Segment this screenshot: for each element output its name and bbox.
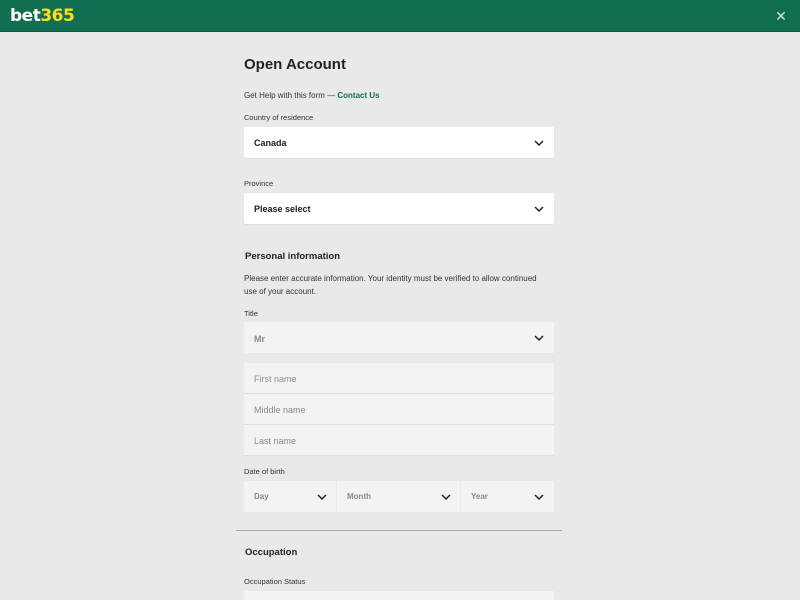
dob-month-select[interactable]: Month	[337, 481, 460, 512]
dob-year-value: Year	[471, 492, 488, 501]
bet365-logo[interactable]: bet365	[10, 6, 75, 26]
logo-text-bet: bet	[10, 6, 41, 26]
personal-info-note: Please enter accurate information. Your …	[244, 274, 537, 296]
chevron-down-icon	[317, 494, 327, 501]
country-label: Country of residence	[244, 113, 314, 122]
dob-year-select[interactable]: Year	[461, 481, 554, 512]
last-name-field[interactable]: Last name	[244, 425, 554, 456]
title-value: Mr	[254, 334, 265, 344]
dob-day-value: Day	[254, 492, 269, 501]
contact-us-link[interactable]: Contact Us	[337, 91, 379, 100]
middle-name-placeholder: Middle name	[254, 405, 306, 415]
occupation-status-select[interactable]	[244, 591, 554, 600]
personal-info-heading: Personal information	[245, 251, 341, 262]
dob-month-value: Month	[347, 492, 371, 501]
title-select[interactable]: Mr	[244, 322, 554, 353]
section-divider	[236, 530, 562, 531]
occupation-status-label: Occupation Status	[244, 577, 306, 586]
province-select[interactable]: Please select	[244, 193, 554, 224]
open-account-form: Open Account Get Help with this form — C…	[244, 0, 554, 600]
close-icon[interactable]: ✕	[772, 8, 790, 24]
first-name-placeholder: First name	[254, 374, 297, 384]
country-value: Canada	[254, 138, 287, 148]
province-value: Please select	[254, 204, 311, 214]
province-label: Province	[244, 179, 274, 188]
chevron-down-icon	[534, 140, 544, 147]
dob-label: Date of birth	[244, 467, 285, 476]
first-name-field[interactable]: First name	[244, 363, 554, 394]
help-line: Get Help with this form — Contact Us	[244, 91, 380, 100]
logo-text-365: 365	[40, 6, 75, 26]
chevron-down-icon	[534, 335, 544, 342]
page-title: Open Account	[244, 56, 346, 73]
occupation-heading: Occupation	[245, 547, 298, 558]
chevron-down-icon	[534, 494, 544, 501]
last-name-placeholder: Last name	[254, 436, 297, 446]
country-select[interactable]: Canada	[244, 127, 554, 158]
middle-name-field[interactable]: Middle name	[244, 394, 554, 425]
chevron-down-icon	[534, 206, 544, 213]
chevron-down-icon	[441, 494, 451, 501]
help-text: Get Help with this form —	[244, 91, 338, 100]
title-label: Title	[244, 309, 258, 318]
dob-day-select[interactable]: Day	[244, 481, 336, 512]
